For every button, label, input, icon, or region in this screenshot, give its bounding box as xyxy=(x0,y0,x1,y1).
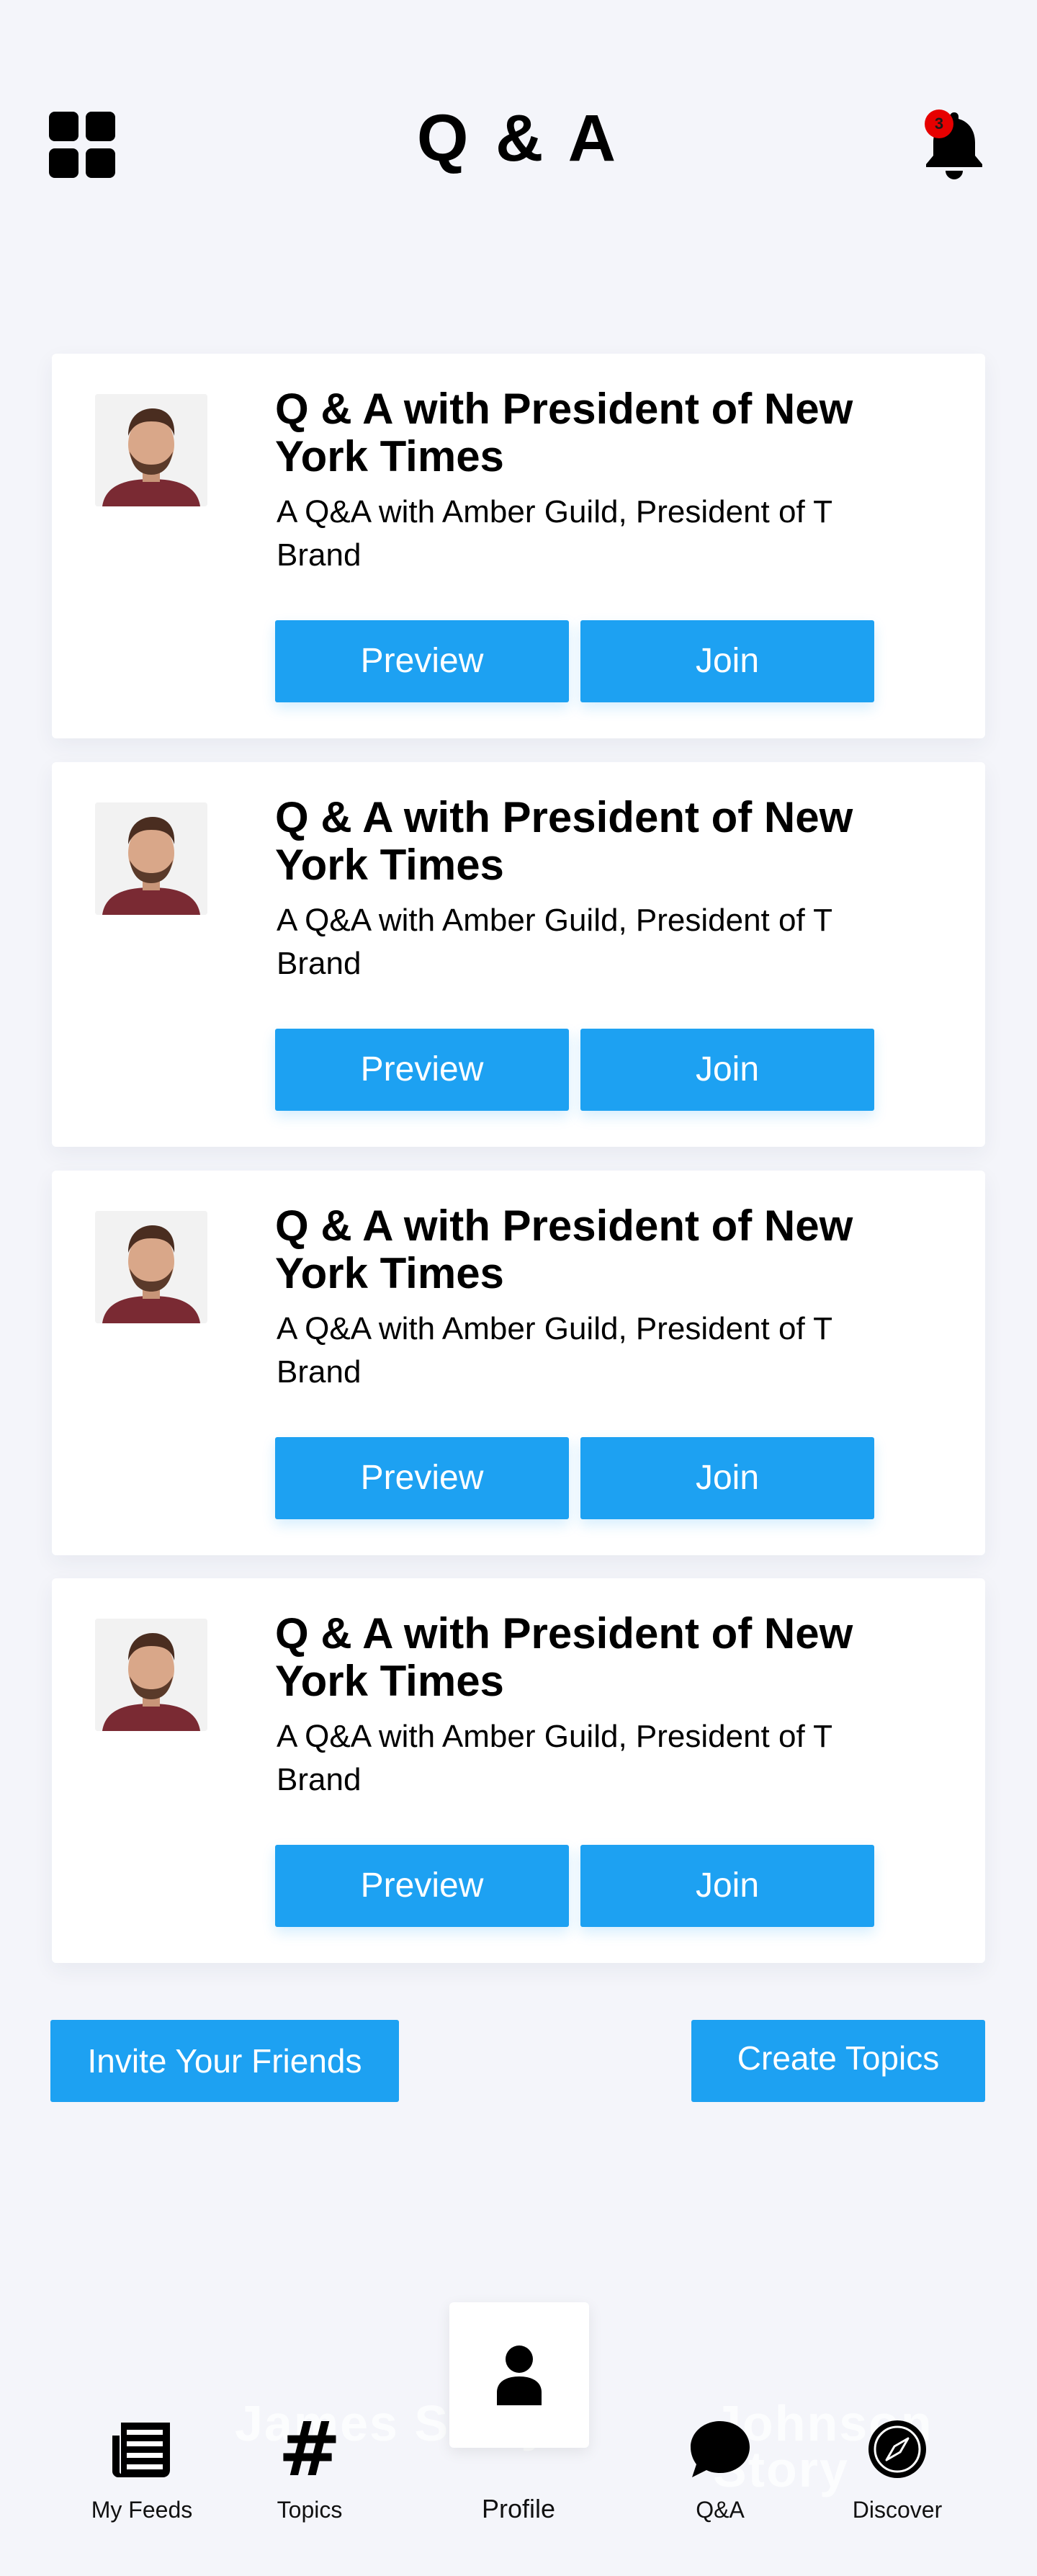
card-title: Q & A with President of New York Times xyxy=(275,1202,853,1297)
nav-item-profile[interactable] xyxy=(449,2302,589,2448)
app-header: Q & A 3 xyxy=(0,0,1037,216)
nav-label: Discover xyxy=(852,2497,943,2523)
nav-item-topics[interactable]: # Topics xyxy=(238,2405,382,2523)
preview-button[interactable]: Preview xyxy=(275,1845,569,1927)
join-button[interactable]: Join xyxy=(580,1029,874,1111)
hashtag-icon: # xyxy=(278,2405,341,2493)
preview-button[interactable]: Preview xyxy=(275,620,569,702)
join-button[interactable]: Join xyxy=(580,1845,874,1927)
notifications-button[interactable]: 3 xyxy=(922,108,987,180)
qa-card: Q & A with President of New York Times A… xyxy=(52,354,985,738)
nav-item-my-feeds[interactable]: My Feeds xyxy=(70,2413,214,2523)
qa-card: Q & A with President of New York Times A… xyxy=(52,762,985,1147)
avatar xyxy=(95,802,207,915)
notification-badge: 3 xyxy=(925,109,953,138)
card-title: Q & A with President of New York Times xyxy=(275,1609,853,1705)
avatar xyxy=(95,1619,207,1731)
chat-bubble-icon xyxy=(691,2421,750,2477)
card-description: A Q&A with Amber Guild, President of T B… xyxy=(277,1719,832,1797)
card-description: A Q&A with Amber Guild, President of T B… xyxy=(277,903,832,981)
invite-friends-button[interactable]: Invite Your Friends xyxy=(50,2020,399,2102)
person-icon xyxy=(497,2345,542,2405)
preview-button[interactable]: Preview xyxy=(275,1437,569,1519)
create-topics-button[interactable]: Create Topics xyxy=(691,2020,985,2102)
nav-label: My Feeds xyxy=(91,2497,193,2523)
join-button[interactable]: Join xyxy=(580,620,874,702)
qa-card: Q & A with President of New York Times A… xyxy=(52,1171,985,1555)
avatar xyxy=(95,394,207,506)
bottom-nav: James Story Johnson Story My Feeds # Top… xyxy=(0,2284,1037,2576)
nav-item-qa[interactable]: Q&A xyxy=(648,2413,792,2523)
card-description: A Q&A with Amber Guild, President of T B… xyxy=(277,494,832,573)
nav-label: Topics xyxy=(277,2497,343,2523)
card-title: Q & A with President of New York Times xyxy=(275,793,853,889)
newspaper-icon xyxy=(112,2423,170,2477)
nav-label: Q&A xyxy=(696,2497,745,2523)
preview-button[interactable]: Preview xyxy=(275,1029,569,1111)
join-button[interactable]: Join xyxy=(580,1437,874,1519)
qa-card: Q & A with President of New York Times A… xyxy=(52,1578,985,1963)
nav-label: Profile xyxy=(481,2494,556,2523)
page-title: Q & A xyxy=(416,102,621,175)
compass-icon xyxy=(868,2420,926,2478)
nav-item-discover[interactable]: Discover xyxy=(825,2413,969,2523)
avatar xyxy=(95,1211,207,1323)
card-description: A Q&A with Amber Guild, President of T B… xyxy=(277,1311,832,1390)
card-title: Q & A with President of New York Times xyxy=(275,385,853,480)
